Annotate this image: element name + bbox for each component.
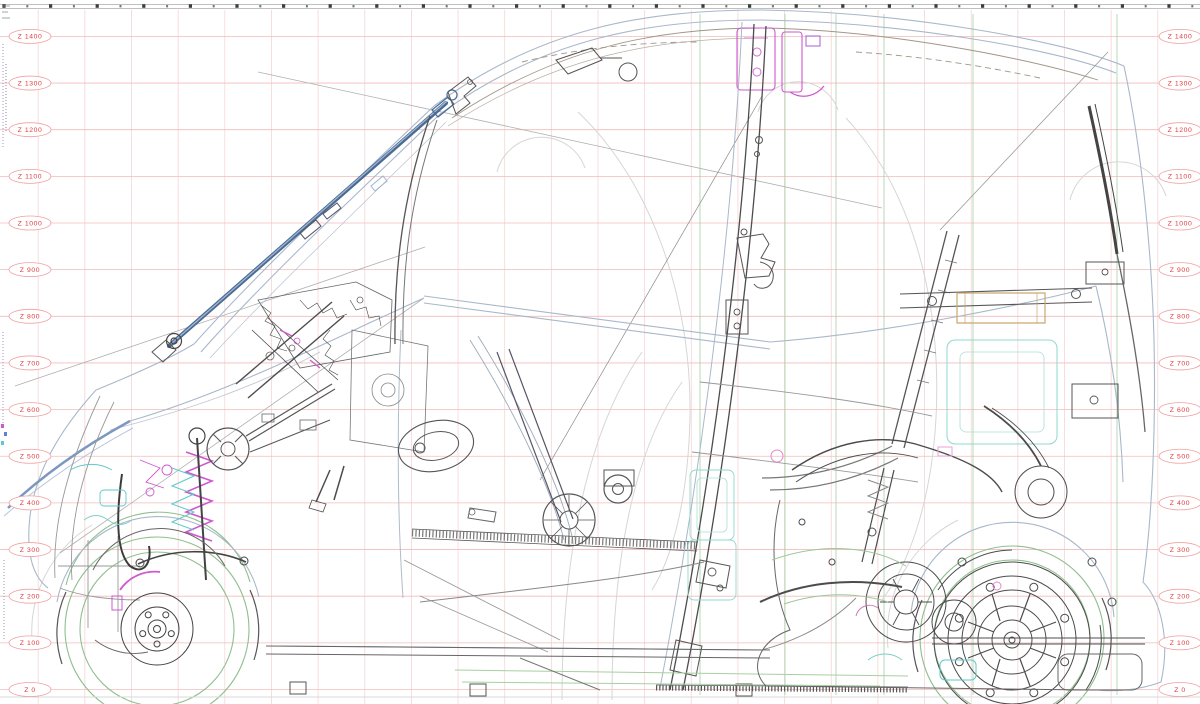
z-grid-label: Z 200: [1159, 589, 1200, 603]
svg-text:Z 100: Z 100: [1170, 640, 1190, 647]
z-grid-label: Z 700: [1159, 356, 1200, 370]
svg-text:Z 1300: Z 1300: [18, 80, 43, 87]
z-grid-label: Z 1000: [1159, 216, 1200, 230]
svg-text:Z 1400: Z 1400: [18, 34, 43, 41]
z-grid-label: Z 400: [9, 496, 51, 510]
z-grid-label: Z 1400: [9, 29, 51, 43]
z-grid-label: Z 700: [9, 356, 51, 370]
svg-text:Z 700: Z 700: [20, 360, 40, 367]
z-grid-label: Z 1200: [1159, 123, 1200, 137]
svg-text:Z 0: Z 0: [1174, 687, 1186, 694]
roof-structure: [448, 28, 1098, 126]
z-grid-label: Z 300: [1159, 543, 1200, 557]
seat-group: [762, 52, 1124, 490]
b-pillar-group: [660, 22, 775, 690]
svg-text:Z 1000: Z 1000: [1168, 220, 1193, 227]
horizontal-grid: [0, 36, 1200, 689]
z-grid-label: Z 0: [1159, 683, 1200, 697]
z-grid-label: Z 200: [9, 589, 51, 603]
windshield-wiper: [152, 77, 476, 362]
z-grid-label: Z 1300: [1159, 76, 1200, 90]
svg-text:Z 400: Z 400: [1170, 500, 1190, 507]
svg-text:Z 300: Z 300: [1170, 547, 1190, 554]
z-grid-label: Z 1100: [9, 169, 51, 183]
svg-text:Z 900: Z 900: [20, 267, 40, 274]
margin-annotations: [1, 6, 10, 640]
svg-text:Z 100: Z 100: [20, 640, 40, 647]
svg-text:Z 0: Z 0: [24, 687, 36, 694]
svg-text:Z 600: Z 600: [1170, 407, 1190, 414]
svg-text:Z 1200: Z 1200: [18, 127, 43, 134]
svg-text:Z 1100: Z 1100: [18, 174, 42, 181]
svg-text:Z 800: Z 800: [1170, 314, 1190, 321]
z-grid-label: Z 500: [1159, 449, 1200, 463]
svg-text:Z 300: Z 300: [20, 547, 40, 554]
z-grid-label: Z 800: [9, 309, 51, 323]
z-grid-label: Z 100: [9, 636, 51, 650]
z-grid-label: Z 1000: [9, 216, 51, 230]
door-group: [394, 116, 697, 652]
svg-text:Z 1200: Z 1200: [1168, 127, 1193, 134]
svg-text:Z 1100: Z 1100: [1168, 174, 1192, 181]
z-grid-label: Z 400: [1159, 496, 1200, 510]
z-grid-label: Z 1300: [9, 76, 51, 90]
svg-text:Z 700: Z 700: [1170, 360, 1190, 367]
z-grid-label: Z 100: [1159, 636, 1200, 650]
z-grid-label: Z 600: [1159, 403, 1200, 417]
cad-drawing: Z 1400 Z 1400 Z 1300 Z 1300 Z 1200 Z 1200 Z 11…: [0, 0, 1200, 704]
z-grid-label: Z 900: [9, 263, 51, 277]
z-grid-label: Z 500: [9, 449, 51, 463]
vertical-grid: [38, 10, 1158, 704]
svg-text:Z 200: Z 200: [20, 594, 40, 601]
z-grid-label: Z 1200: [9, 123, 51, 137]
svg-text:Z 900: Z 900: [1170, 267, 1190, 274]
z-grid-label: Z 800: [1159, 309, 1200, 323]
svg-text:Z 500: Z 500: [20, 454, 40, 461]
svg-text:Z 1400: Z 1400: [1168, 34, 1193, 41]
svg-text:Z 200: Z 200: [1170, 594, 1190, 601]
svg-text:Z 1000: Z 1000: [18, 220, 43, 227]
z-grid-label: Z 1400: [1159, 29, 1200, 43]
z-grid-label: Z 0: [9, 683, 51, 697]
svg-text:Z 500: Z 500: [1170, 454, 1190, 461]
top-ruler: [0, 4, 1200, 8]
z-grid-label: Z 900: [1159, 263, 1200, 277]
svg-text:Z 800: Z 800: [20, 314, 40, 321]
svg-text:Z 1300: Z 1300: [1168, 80, 1193, 87]
cad-canvas: Z 1400 Z 1400 Z 1300 Z 1300 Z 1200 Z 1200 Z 11…: [0, 0, 1200, 704]
svg-text:Z 400: Z 400: [20, 500, 40, 507]
front-end-group: [55, 396, 172, 654]
z-grid-label: Z 300: [9, 543, 51, 557]
roof-header-detail: [556, 48, 637, 81]
svg-text:Z 600: Z 600: [20, 407, 40, 414]
z-grid-label: Z 600: [9, 403, 51, 417]
green-reference-lines: [700, 14, 1117, 695]
bulkhead-teal-outlines: [688, 470, 736, 600]
floor-group: [0, 562, 1200, 697]
construction-arcs: [15, 72, 1166, 700]
front-suspension-group: [136, 420, 330, 580]
z-grid-label: Z 1100: [1159, 169, 1200, 183]
